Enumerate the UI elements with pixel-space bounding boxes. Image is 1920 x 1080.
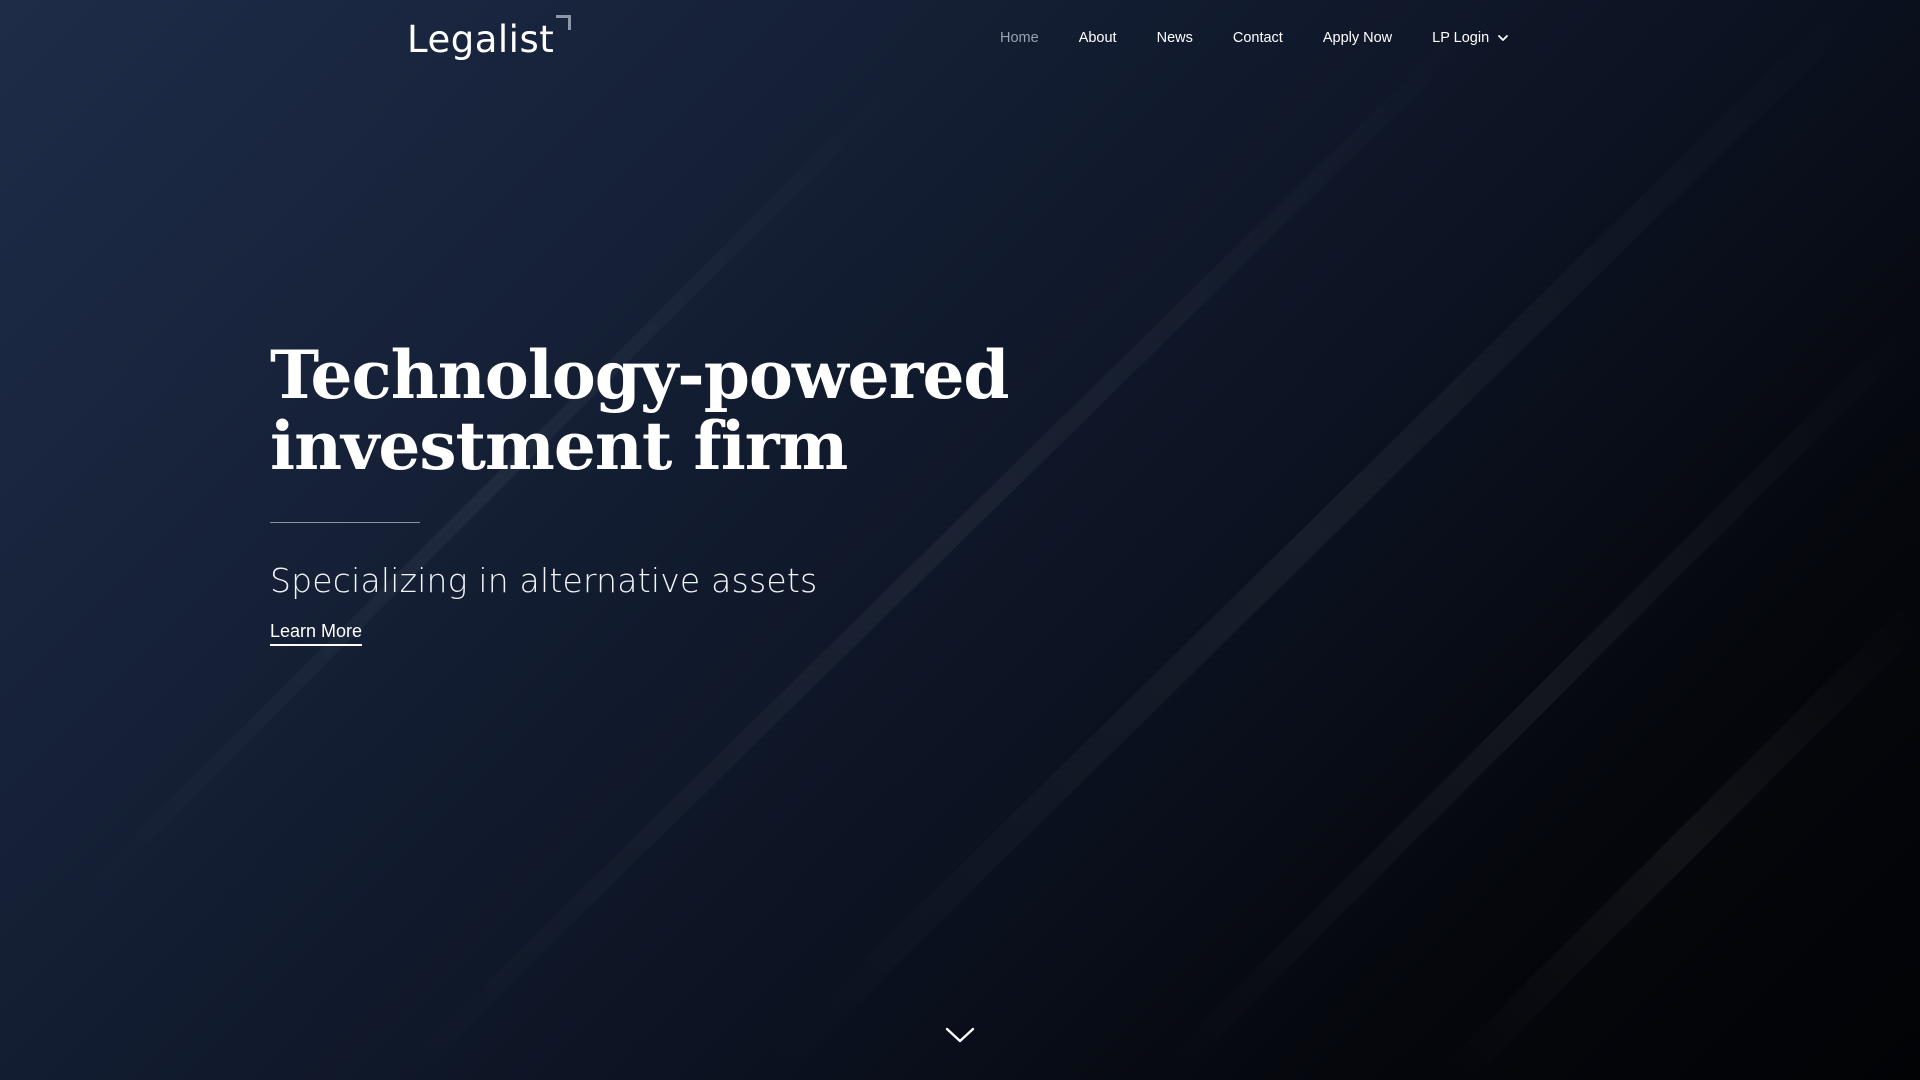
nav-item-lp-login-label: LP Login [1432, 30, 1490, 46]
hero-section: Technology-powered investment firm Speci… [270, 340, 1170, 646]
main-nav: Home About News Contact Apply Now LP Log… [980, 24, 1529, 52]
hero-title-line-1: Technology-powered [270, 336, 1010, 414]
scroll-down-chevron-icon [945, 1027, 975, 1043]
logo-text: Legalist [407, 18, 555, 61]
hero-title-line-2: investment firm [270, 407, 848, 485]
hero-divider [270, 522, 420, 523]
corner-bracket-icon [556, 15, 572, 30]
hero-subtitle: Specializing in alternative assets [270, 561, 818, 600]
nav-item-news[interactable]: News [1157, 30, 1193, 46]
nav-item-apply-now[interactable]: Apply Now [1323, 30, 1392, 46]
nav-item-contact[interactable]: Contact [1233, 30, 1283, 46]
chevron-down-icon [1498, 35, 1509, 41]
site-header: Legalist Home About News Contact Apply N… [0, 0, 1920, 80]
learn-more-link[interactable]: Learn More [270, 619, 363, 646]
nav-item-lp-login[interactable]: LP Login [1432, 30, 1509, 46]
nav-item-about[interactable]: About [1079, 30, 1117, 46]
nav-item-home[interactable]: Home [1000, 30, 1039, 46]
logo-link[interactable]: Legalist [407, 15, 572, 64]
hero-title: Technology-powered investment firm [270, 340, 1170, 482]
scroll-down-button[interactable] [944, 1024, 976, 1046]
